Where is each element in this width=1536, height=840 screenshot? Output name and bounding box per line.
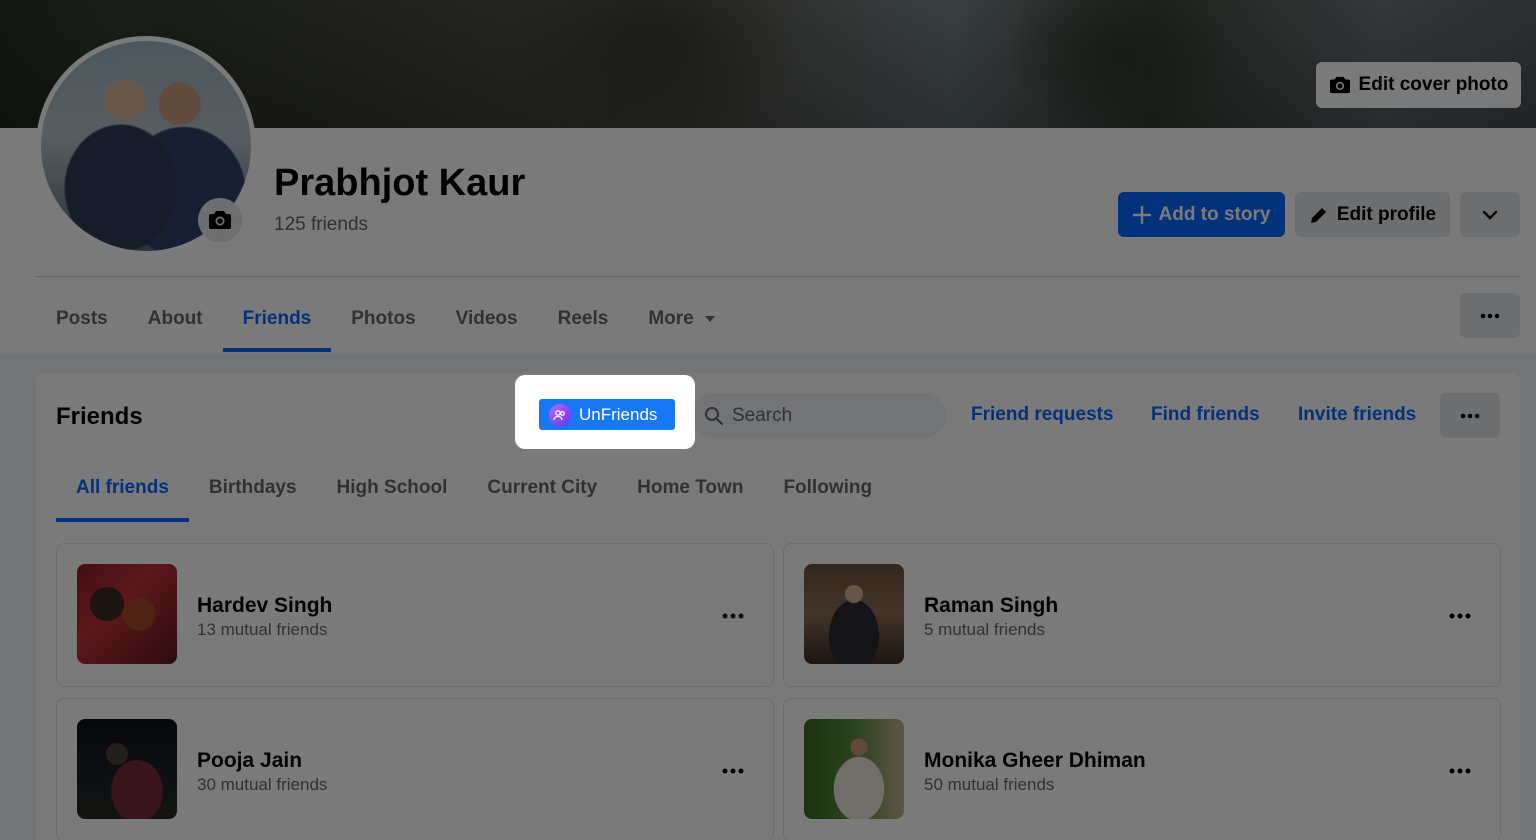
friend-tile: Raman Singh 5 mutual friends bbox=[783, 543, 1501, 687]
profile-tabs: Posts About Friends Photos Videos Reels … bbox=[36, 286, 736, 352]
ellipsis-icon bbox=[722, 613, 744, 619]
chevron-down-icon bbox=[1482, 210, 1498, 220]
friend-photo[interactable] bbox=[804, 564, 904, 664]
friend-name[interactable]: Hardev Singh bbox=[197, 594, 332, 618]
friend-options-button[interactable] bbox=[713, 751, 753, 791]
subtab-high-school[interactable]: High School bbox=[317, 454, 468, 522]
add-to-story-label: Add to story bbox=[1158, 203, 1271, 225]
update-avatar-camera-button[interactable] bbox=[198, 198, 242, 242]
friend-options-button[interactable] bbox=[713, 596, 753, 636]
plus-icon bbox=[1132, 205, 1151, 224]
tab-about[interactable]: About bbox=[128, 286, 223, 352]
subtab-all-friends[interactable]: All friends bbox=[56, 454, 189, 522]
friends-search-box[interactable] bbox=[692, 393, 946, 438]
tab-more[interactable]: More bbox=[628, 286, 735, 352]
unfriends-label: UnFriends bbox=[579, 404, 658, 424]
find-friends-link[interactable]: Find friends bbox=[1151, 404, 1260, 426]
friend-tile: Pooja Jain 30 mutual friends bbox=[56, 698, 774, 840]
friend-count[interactable]: 125 friends bbox=[274, 214, 368, 236]
caret-down-icon bbox=[704, 316, 715, 322]
add-to-story-button[interactable]: Add to story bbox=[1118, 192, 1285, 237]
tab-reels[interactable]: Reels bbox=[538, 286, 629, 352]
profile-more-options-button[interactable] bbox=[1460, 293, 1520, 338]
tab-posts[interactable]: Posts bbox=[36, 286, 128, 352]
subtab-following[interactable]: Following bbox=[763, 454, 892, 522]
friends-more-options-button[interactable] bbox=[1440, 393, 1500, 438]
friend-name[interactable]: Monika Gheer Dhiman bbox=[924, 749, 1146, 773]
tab-videos[interactable]: Videos bbox=[436, 286, 538, 352]
header-divider bbox=[36, 276, 1520, 277]
friend-options-button[interactable] bbox=[1440, 751, 1480, 791]
edit-profile-button[interactable]: Edit profile bbox=[1295, 192, 1450, 237]
tab-more-label: More bbox=[648, 308, 694, 329]
friends-search-input[interactable] bbox=[732, 404, 932, 427]
friend-options-button[interactable] bbox=[1440, 596, 1480, 636]
profile-options-dropdown-button[interactable] bbox=[1460, 192, 1520, 237]
friend-photo[interactable] bbox=[804, 719, 904, 819]
camera-icon bbox=[1329, 76, 1350, 94]
subtab-birthdays[interactable]: Birthdays bbox=[189, 454, 317, 522]
ellipsis-icon bbox=[1449, 768, 1471, 774]
ellipsis-icon bbox=[1449, 613, 1471, 619]
friend-name[interactable]: Raman Singh bbox=[924, 594, 1058, 618]
friend-tile: Monika Gheer Dhiman 50 mutual friends bbox=[783, 698, 1501, 840]
subtab-home-town[interactable]: Home Town bbox=[617, 454, 763, 522]
friend-name[interactable]: Pooja Jain bbox=[197, 749, 302, 773]
subtab-current-city[interactable]: Current City bbox=[467, 454, 617, 522]
friend-tile: Hardev Singh 13 mutual friends bbox=[56, 543, 774, 687]
edit-profile-label: Edit profile bbox=[1336, 203, 1437, 225]
mutual-friends-count[interactable]: 5 mutual friends bbox=[924, 620, 1045, 640]
unfriends-extension-icon bbox=[549, 403, 571, 426]
friends-sub-tabs: All friends Birthdays High School Curren… bbox=[56, 454, 892, 522]
tab-friends[interactable]: Friends bbox=[222, 286, 332, 352]
ellipsis-icon bbox=[1460, 413, 1480, 418]
friend-photo[interactable] bbox=[77, 719, 177, 819]
unfriends-button[interactable]: UnFriends bbox=[539, 399, 675, 430]
mutual-friends-count[interactable]: 13 mutual friends bbox=[197, 620, 327, 640]
mutual-friends-count[interactable]: 30 mutual friends bbox=[197, 775, 327, 795]
edit-cover-photo-button[interactable]: Edit cover photo bbox=[1316, 62, 1521, 108]
ellipsis-icon bbox=[1480, 313, 1500, 318]
mutual-friends-count[interactable]: 50 mutual friends bbox=[924, 775, 1054, 795]
camera-icon bbox=[209, 211, 231, 229]
friend-requests-link[interactable]: Friend requests bbox=[971, 404, 1114, 426]
ellipsis-icon bbox=[722, 768, 744, 774]
pencil-icon bbox=[1310, 207, 1326, 223]
edit-cover-photo-label: Edit cover photo bbox=[1358, 74, 1509, 95]
friend-photo[interactable] bbox=[77, 564, 177, 664]
friends-section-title: Friends bbox=[56, 403, 143, 430]
invite-friends-link[interactable]: Invite friends bbox=[1298, 404, 1416, 426]
search-icon bbox=[705, 406, 723, 425]
tab-photos[interactable]: Photos bbox=[331, 286, 435, 352]
profile-name: Prabhjot Kaur bbox=[274, 162, 526, 204]
